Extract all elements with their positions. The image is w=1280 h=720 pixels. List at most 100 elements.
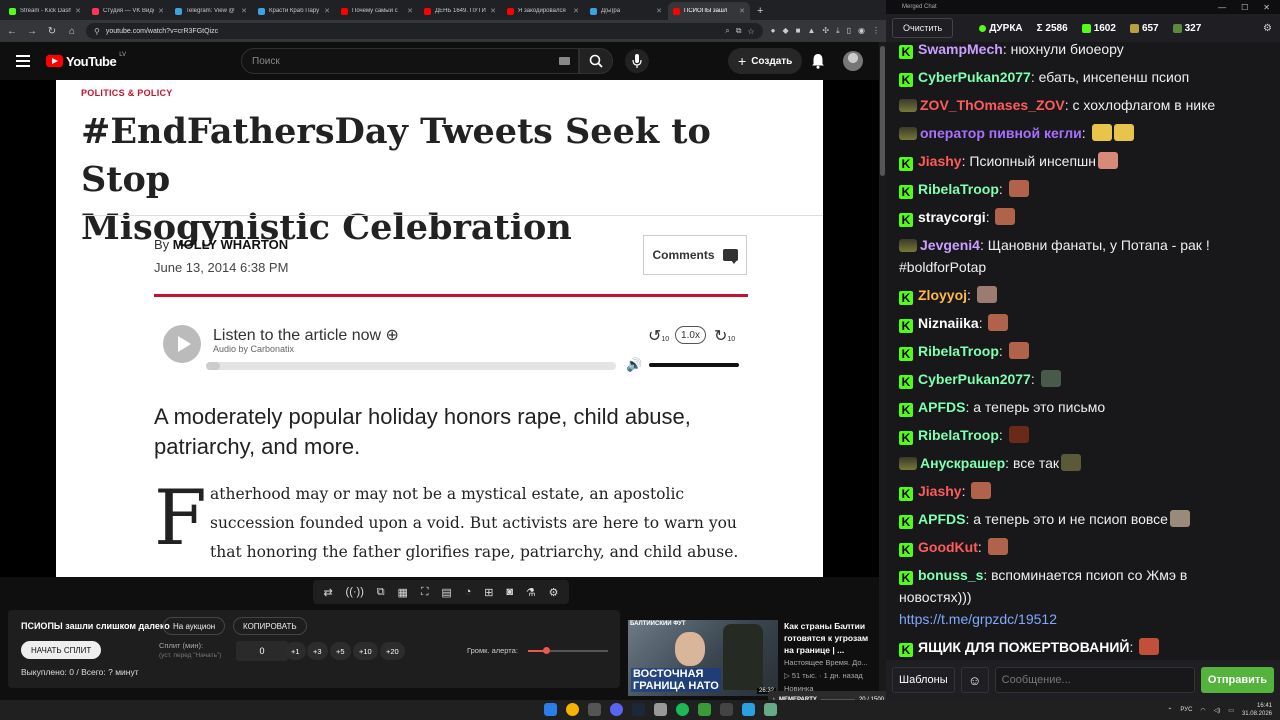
browser-tab[interactable]: Telegram: View @ ✕ [170, 2, 252, 20]
chat-username[interactable]: GoodKut [918, 539, 978, 555]
language-indicator[interactable]: РУС [1180, 707, 1192, 713]
plus-button[interactable]: +3 [307, 642, 328, 660]
bookmark-star-icon[interactable]: ☆ [747, 27, 754, 36]
menu-dots-icon[interactable]: ⋮ [872, 26, 880, 36]
spotify-icon[interactable] [676, 703, 689, 716]
video-player[interactable]: POLITICS & POLICY #EndFathersDay Tweets … [0, 80, 880, 577]
tray-chevron-icon[interactable]: ⌃ [1167, 707, 1172, 714]
browser-tab[interactable]: ДЕНЬ 1649. ПУТИ ✕ [419, 2, 501, 20]
chat-username[interactable]: ЯЩИК ДЛЯ ПОЖЕРТВОВАНИЙ [918, 639, 1129, 655]
url-field[interactable]: ⚲ youtube.com/watch?v=crR3FGtQizc ⌕ ⧉ ☆ [86, 23, 763, 39]
install-icon[interactable]: ⧉ [736, 26, 742, 36]
audio-icon[interactable]: ((·)) [346, 586, 364, 598]
chat-username[interactable]: CyberPukan2077 [918, 371, 1031, 387]
copy-button[interactable]: КОПИРОВАТЬ [233, 617, 307, 635]
chat-username[interactable]: RibelaTroop [918, 181, 999, 197]
recommended-video-title[interactable]: Как страны Балтии готовятся к угрозам на… [784, 620, 876, 656]
add-icon[interactable]: ⊞ [484, 586, 493, 599]
extension-icon[interactable]: ▲ [807, 26, 815, 36]
chat-username[interactable]: SwampMech [918, 41, 1003, 57]
chat-username[interactable]: bonuss_s [918, 567, 983, 583]
recommended-video-thumbnail[interactable]: БАЛТИЙСКИЙ ФУТ ВОСТОЧНАЯ ГРАНИЦА НАТО 26… [628, 620, 778, 696]
chat-username[interactable]: RibelaTroop [918, 343, 999, 359]
plus-button[interactable]: +20 [380, 642, 405, 660]
steam-icon[interactable] [632, 703, 645, 716]
message-input[interactable]: Сообщение... [994, 667, 1195, 693]
camera-icon[interactable]: ◙ [506, 586, 513, 598]
clock[interactable]: 16:41 31.08.2026 [1242, 702, 1272, 718]
chat-scrollbar[interactable] [1274, 42, 1280, 652]
speed-icon[interactable]: ◔ [465, 586, 472, 598]
recommended-video-channel[interactable]: Настоящее Время. До... [784, 658, 868, 667]
flask-icon[interactable]: ⚗ [526, 586, 536, 599]
page-scrollbar[interactable] [879, 42, 886, 692]
chat-username[interactable]: Анускрашер [920, 455, 1005, 471]
chat-username[interactable]: APFDS [918, 511, 965, 527]
tab-close-icon[interactable]: ✕ [158, 7, 164, 15]
tab-close-icon[interactable]: ✕ [241, 7, 247, 15]
battery-icon[interactable]: ▭ [1228, 707, 1234, 714]
browser-tab[interactable]: Д(ы)ра ✕ [585, 2, 667, 20]
chat-username[interactable]: Zloyyoj [918, 287, 967, 303]
browser-tab[interactable]: Красти Краб Пару ✕ [253, 2, 335, 20]
chat-username[interactable]: RibelaTroop [918, 427, 999, 443]
search-input[interactable]: Поиск [241, 48, 579, 74]
extension-icon[interactable]: ◆ [782, 26, 788, 36]
templates-button[interactable]: Шаблоны [892, 667, 955, 693]
browser-tab[interactable]: Stream - Kick Dash ✕ [4, 2, 86, 20]
youtube-logo[interactable]: YouTube LV [46, 52, 126, 69]
browser-tab[interactable]: Я закодировался ✕ [502, 2, 584, 20]
close-icon[interactable]: ✕ [1263, 3, 1270, 12]
chat-link[interactable]: https://t.me/grpzdc/19512 [899, 611, 1057, 627]
tab-close-icon[interactable]: ✕ [490, 7, 496, 15]
clear-chat-button[interactable]: Очистить [892, 18, 954, 38]
chat-username[interactable]: CyberPukan2077 [918, 69, 1031, 85]
extension-icon[interactable]: ■ [796, 26, 801, 36]
chat-username[interactable]: Niznaiika [918, 315, 979, 331]
chrome-icon[interactable] [566, 703, 579, 716]
chat-username[interactable]: APFDS [918, 399, 965, 415]
profile-icon[interactable]: ◉ [858, 26, 865, 36]
gear-icon[interactable]: ⚙ [1263, 23, 1272, 34]
tab-close-icon[interactable]: ✕ [573, 7, 579, 15]
start-split-button[interactable]: НАЧАТЬ СПЛИТ [21, 641, 102, 659]
zoom-icon[interactable]: ⌕ [725, 26, 729, 36]
chat-username[interactable]: Jiashy [918, 153, 962, 169]
explorer-icon[interactable] [588, 703, 601, 716]
tab-close-icon[interactable]: ✕ [739, 7, 745, 15]
auction-button[interactable]: На аукцион [163, 617, 226, 635]
browser-tab[interactable]: ПСИОПЫ зашл ✕ [668, 2, 750, 20]
puzzle-icon[interactable]: ✣ [822, 26, 829, 36]
chat-username[interactable]: Jiashy [918, 483, 962, 499]
chat-username[interactable]: straycorgi [918, 209, 986, 225]
notifications-bell-icon[interactable] [811, 53, 825, 69]
emoji-icon[interactable]: ☺ [960, 667, 989, 693]
minimize-icon[interactable]: — [1218, 3, 1226, 12]
keyboard-icon[interactable] [559, 57, 570, 65]
obs-icon[interactable] [720, 703, 733, 716]
sidebar-icon[interactable]: ▯ [847, 26, 851, 36]
new-tab-icon[interactable]: + [751, 2, 769, 20]
maximize-icon[interactable]: ☐ [1241, 3, 1248, 12]
voice-search-button[interactable] [625, 49, 649, 73]
scroll-thumb[interactable] [880, 46, 885, 176]
download-icon[interactable]: ⤓ [836, 26, 840, 36]
theater-icon[interactable]: ▦ [398, 586, 408, 599]
pip-icon[interactable]: ⧉ [377, 586, 385, 599]
chat-username[interactable]: Jevgeni4 [920, 237, 980, 253]
browser-tab[interactable]: Почему самый с ✕ [336, 2, 418, 20]
app-icon[interactable] [764, 703, 777, 716]
chat-username[interactable]: оператор пивной кегли [920, 125, 1082, 141]
create-button[interactable]: + Создать [728, 48, 803, 74]
menu-icon[interactable] [16, 55, 30, 67]
tab-close-icon[interactable]: ✕ [656, 7, 662, 15]
start-icon[interactable] [544, 703, 557, 716]
plus-button[interactable]: +5 [330, 642, 351, 660]
expand-icon[interactable]: ⛶ [421, 586, 429, 599]
back-icon[interactable]: ← [6, 26, 18, 37]
chat-username[interactable]: ZOV_ThOmases_ZOV [920, 97, 1065, 113]
plus-button[interactable]: +10 [353, 642, 378, 660]
home-icon[interactable]: ⌂ [66, 26, 78, 37]
avatar[interactable] [843, 51, 863, 71]
tab-close-icon[interactable]: ✕ [75, 7, 81, 15]
